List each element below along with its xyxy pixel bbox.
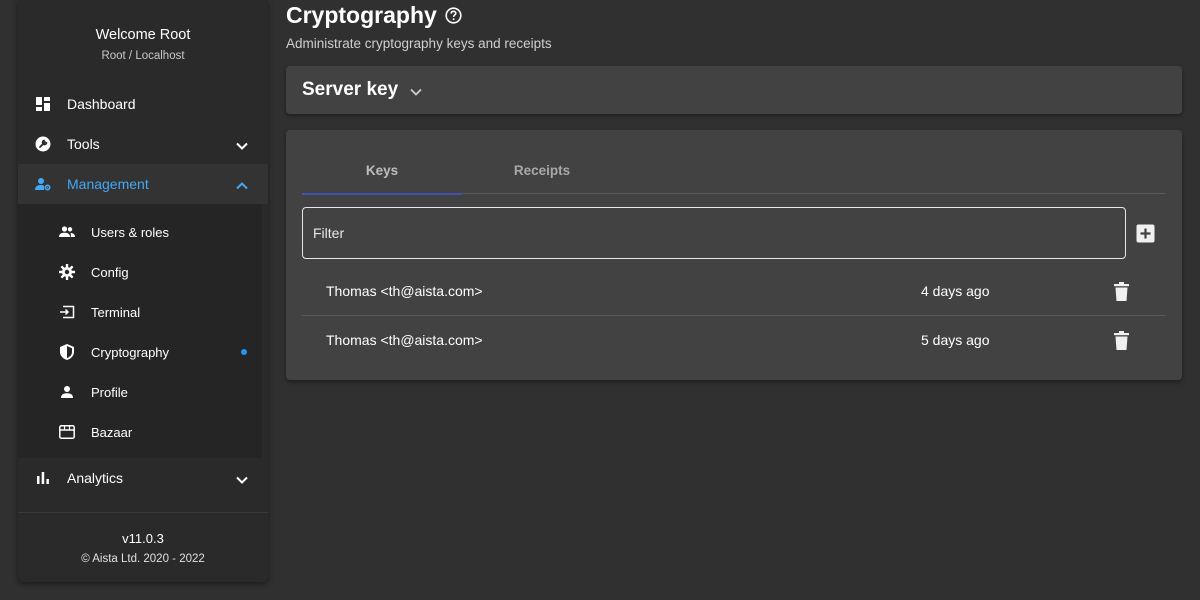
tab-bar: Keys Receipts [302, 146, 1166, 195]
sidebar-item-label: Management [67, 176, 149, 192]
bar-chart-icon [35, 470, 51, 486]
delete-icon[interactable] [1113, 281, 1129, 301]
filter-input[interactable] [302, 207, 1126, 259]
tab-receipts[interactable]: Receipts [462, 146, 622, 194]
key-name: Thomas <th@aista.com> [326, 283, 483, 299]
version-footer: v11.0.3 © Aista Ltd. 2020 - 2022 [18, 512, 268, 582]
table-row[interactable]: Thomas <th@aista.com> 5 days ago [302, 316, 1166, 365]
active-indicator-dot [241, 349, 247, 355]
sidebar-item-terminal[interactable]: Terminal [18, 292, 262, 332]
management-submenu: Users & roles Config Terminal Cryptograp… [18, 204, 262, 458]
sidebar-item-config[interactable]: Config [18, 252, 262, 292]
sidebar-item-profile[interactable]: Profile [18, 372, 262, 412]
chevron-down-icon [410, 88, 422, 96]
sub-item-label: Profile [91, 384, 128, 400]
chevron-down-icon [236, 471, 248, 487]
sub-item-label: Terminal [91, 304, 141, 320]
plus-box-icon [1136, 224, 1155, 243]
tab-keys[interactable]: Keys [302, 146, 462, 195]
people-icon [59, 224, 75, 240]
manage-accounts-icon [35, 176, 51, 192]
delete-icon[interactable] [1113, 330, 1129, 350]
key-time: 4 days ago [921, 283, 990, 299]
sub-item-label: Users & roles [91, 224, 170, 240]
page-title-text: Cryptography [286, 2, 437, 28]
copyright-label: © Aista Ltd. 2020 - 2022 [81, 553, 205, 565]
chevron-up-icon [236, 177, 248, 193]
welcome-title: Welcome Root [95, 27, 191, 43]
version-label: v11.0.3 [122, 531, 164, 546]
chevron-down-icon [236, 137, 248, 153]
key-time: 5 days ago [921, 332, 990, 348]
sidebar-item-label: Tools [67, 136, 100, 152]
app-root: Welcome Root Root / Localhost Dashboard … [0, 0, 1200, 600]
server-key-label: Server key [302, 79, 399, 100]
sidebar-item-cryptography[interactable]: Cryptography [18, 332, 262, 372]
table-row[interactable]: Thomas <th@aista.com> 4 days ago [302, 267, 1166, 316]
shield-icon [59, 344, 75, 360]
welcome-subtitle: Root / Localhost [101, 50, 185, 62]
sidebar-item-analytics[interactable]: Analytics [18, 458, 268, 498]
gear-icon [59, 264, 75, 280]
sub-item-label: Bazaar [91, 424, 133, 440]
add-key-button[interactable] [1136, 224, 1155, 243]
sidebar-item-label: Analytics [67, 470, 124, 486]
welcome-block: Welcome Root Root / Localhost [18, 0, 268, 84]
sidebar-item-users-roles[interactable]: Users & roles [18, 212, 262, 252]
sub-item-label: Cryptography [91, 344, 170, 360]
sidebar-item-tools[interactable]: Tools [18, 124, 268, 164]
store-icon [59, 424, 75, 440]
person-icon [59, 384, 75, 400]
page-subtitle: Administrate cryptography keys and recei… [286, 36, 552, 51]
sidebar-item-bazaar[interactable]: Bazaar [18, 412, 262, 452]
page-header: Cryptography Administrate cryptography k… [286, 2, 552, 51]
keys-panel: Keys Receipts Thomas <th@aista.com> 4 da… [286, 130, 1182, 380]
page-title: Cryptography [286, 2, 552, 29]
sidebar-item-label: Dashboard [67, 96, 136, 112]
terminal-icon [59, 304, 75, 320]
sidebar-item-dashboard[interactable]: Dashboard [18, 84, 268, 124]
server-key-panel[interactable]: Server key [286, 66, 1182, 114]
sidebar: Welcome Root Root / Localhost Dashboard … [18, 0, 268, 582]
sub-item-label: Config [91, 264, 129, 280]
dashboard-icon [35, 96, 51, 112]
key-name: Thomas <th@aista.com> [326, 332, 483, 348]
sidebar-item-management[interactable]: Management [18, 164, 268, 204]
wrench-icon [35, 136, 51, 152]
help-icon[interactable] [445, 7, 462, 24]
